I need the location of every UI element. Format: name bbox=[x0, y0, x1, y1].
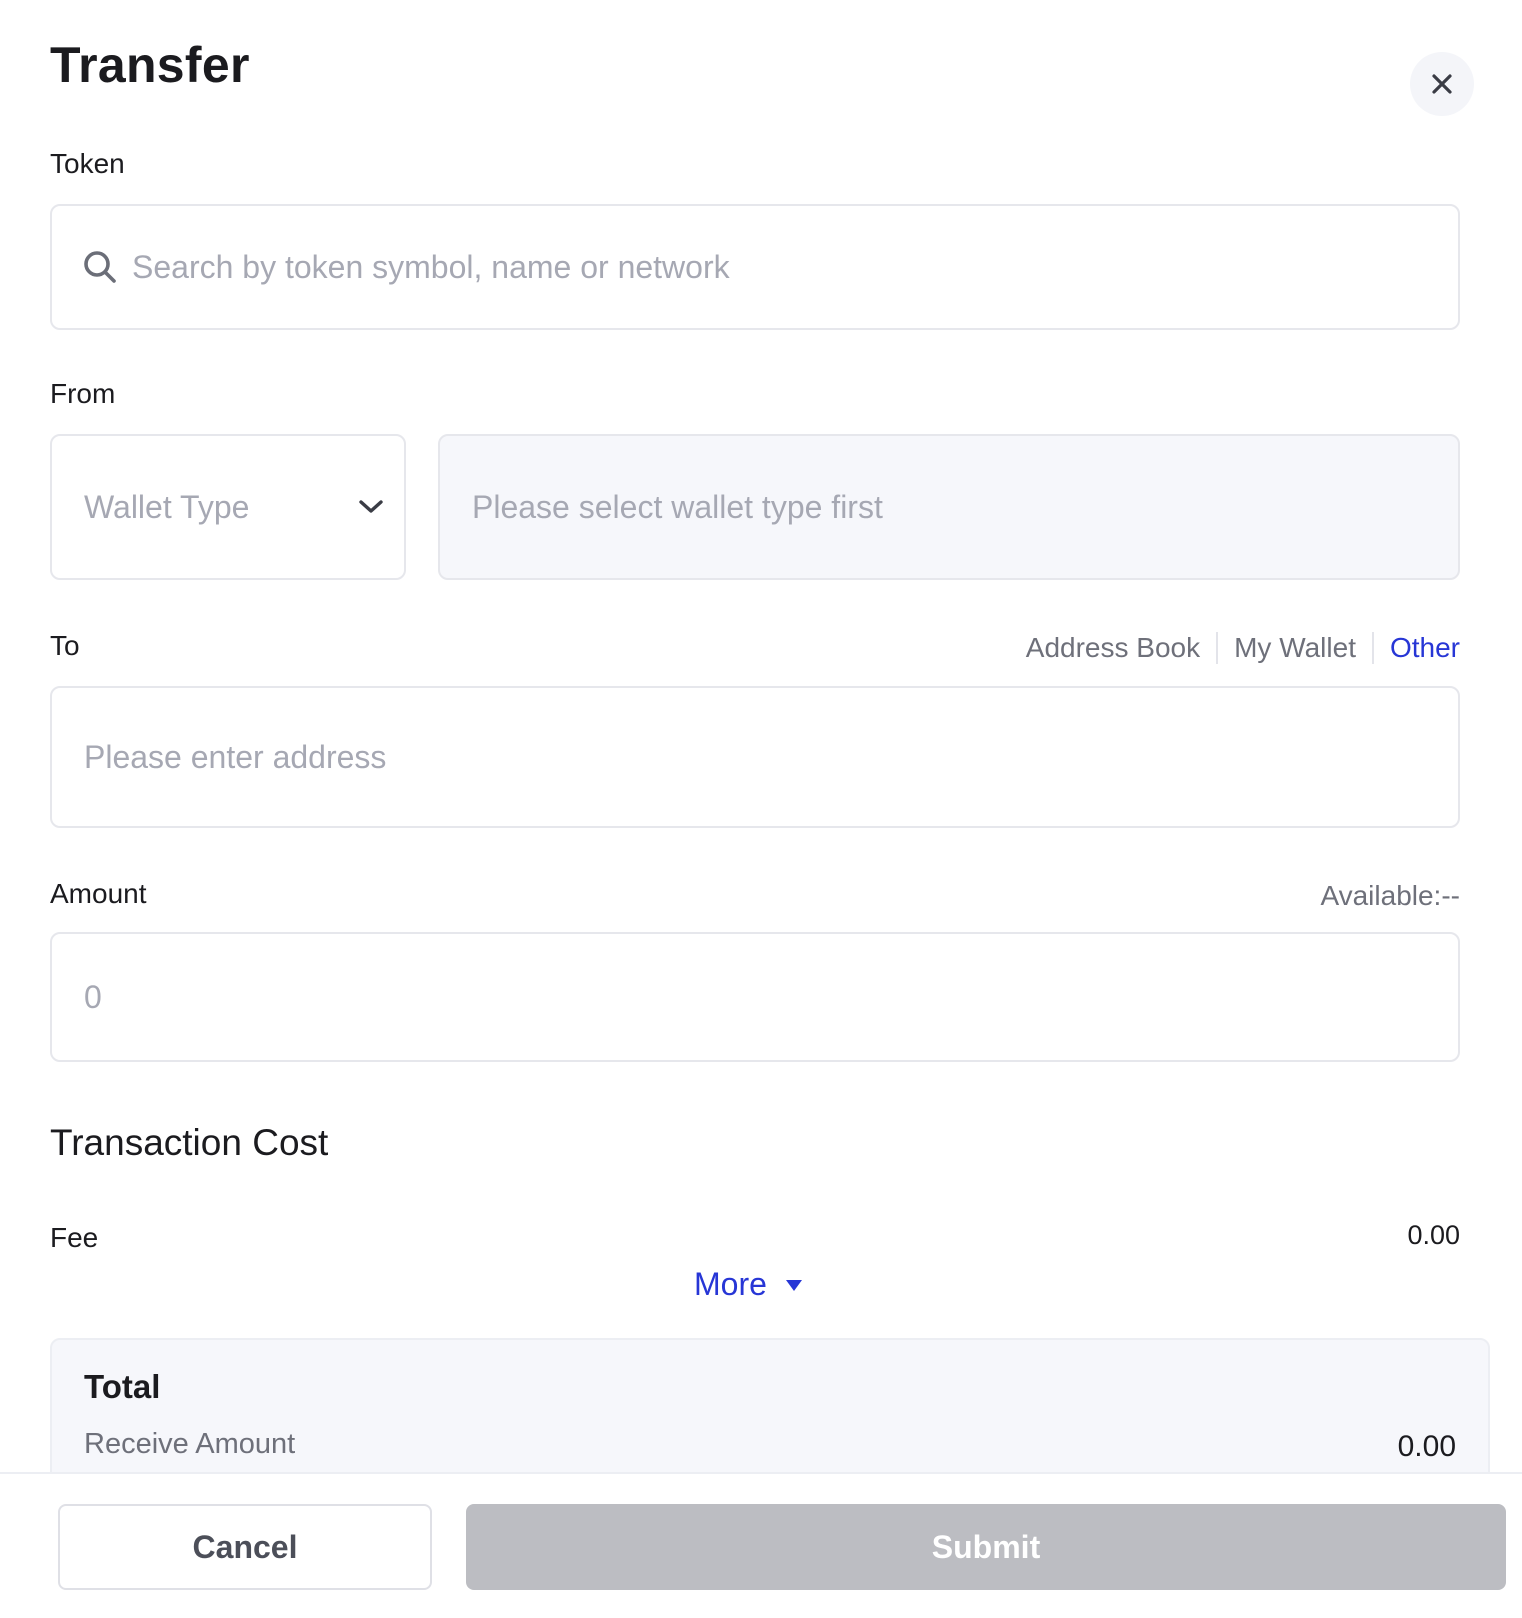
tab-other[interactable]: Other bbox=[1390, 632, 1460, 664]
amount-input[interactable] bbox=[84, 934, 1458, 1060]
cancel-button[interactable]: Cancel bbox=[58, 1504, 432, 1590]
address-source-tabs: Address Book My Wallet Other bbox=[1026, 632, 1460, 664]
token-label: Token bbox=[50, 148, 125, 179]
transfer-dialog: Transfer Token From Wallet Type To Addre… bbox=[0, 0, 1522, 1618]
address-field[interactable] bbox=[50, 686, 1460, 828]
to-label: To bbox=[50, 630, 80, 661]
total-title: Total bbox=[84, 1368, 161, 1405]
more-toggle[interactable]: More bbox=[694, 1266, 803, 1303]
dialog-footer: Cancel Submit bbox=[0, 1472, 1522, 1618]
search-icon bbox=[84, 251, 116, 283]
close-icon bbox=[1432, 74, 1452, 94]
available-balance: Available:-- bbox=[1320, 880, 1460, 911]
token-search-input[interactable] bbox=[132, 206, 1458, 328]
tab-divider bbox=[1371, 632, 1374, 664]
wallet-type-placeholder: Wallet Type bbox=[84, 488, 250, 525]
tab-address-book[interactable]: Address Book bbox=[1026, 632, 1200, 664]
tab-my-wallet[interactable]: My Wallet bbox=[1234, 632, 1356, 664]
from-label: From bbox=[50, 378, 116, 409]
receive-amount-value: 0.00 bbox=[1397, 1430, 1456, 1463]
fee-value: 0.00 bbox=[1407, 1220, 1460, 1250]
wallet-select bbox=[438, 434, 1460, 580]
more-label: More bbox=[694, 1266, 767, 1302]
token-search-field[interactable] bbox=[50, 204, 1460, 330]
amount-label: Amount bbox=[50, 878, 147, 909]
wallet-input bbox=[472, 436, 1458, 578]
fee-label: Fee bbox=[50, 1222, 99, 1253]
address-input[interactable] bbox=[84, 688, 1458, 826]
close-button[interactable] bbox=[1410, 52, 1474, 116]
dialog-title: Transfer bbox=[50, 37, 250, 93]
submit-button[interactable]: Submit bbox=[466, 1504, 1506, 1590]
caret-down-icon bbox=[785, 1279, 802, 1291]
tab-divider bbox=[1216, 632, 1219, 664]
chevron-down-icon bbox=[359, 500, 383, 513]
amount-field[interactable] bbox=[50, 932, 1460, 1062]
wallet-type-select[interactable]: Wallet Type bbox=[50, 434, 406, 580]
transaction-cost-title: Transaction Cost bbox=[50, 1122, 329, 1163]
receive-amount-label: Receive Amount bbox=[84, 1428, 296, 1460]
